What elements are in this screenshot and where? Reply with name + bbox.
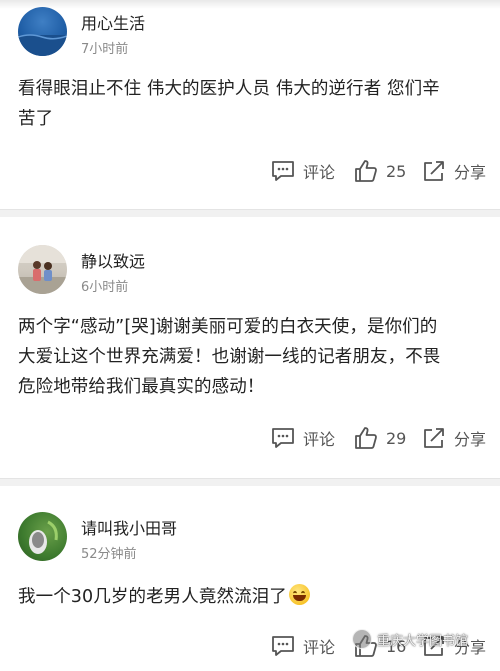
reply-label: 评论	[303, 430, 336, 449]
comment-text-line: 苦了	[18, 109, 54, 129]
like-count: 25	[386, 161, 407, 181]
timestamp: 7小时前	[81, 42, 129, 57]
share-label: 分享	[454, 163, 487, 182]
comment-text-line: 大爱让这个世界充满爱！也谢谢一线的记者朋友，不畏	[18, 347, 441, 367]
thumbs-up-icon	[355, 160, 377, 182]
comment-bubble-icon	[272, 636, 294, 656]
share-button[interactable]: 分享	[422, 423, 486, 453]
share-button[interactable]: 分享	[422, 156, 486, 186]
timestamp: 52分钟前	[81, 547, 137, 562]
comment-actions: 评论 25 分享	[0, 156, 500, 186]
share-icon	[424, 161, 444, 181]
reply-button[interactable]: 评论	[271, 423, 335, 453]
comment-text-line: 两个字“感动”[哭]谢谢美丽可爱的白衣天使，是你们的	[18, 317, 438, 337]
reply-button[interactable]: 评论	[271, 631, 335, 661]
comment-text: 看得眼泪止不住 伟大的医护人员 伟大的逆行者 您们辛 苦了	[18, 74, 490, 134]
comment-item: 用心生活 7小时前 看得眼泪止不住 伟大的医护人员 伟大的逆行者 您们辛 苦了 …	[0, 7, 500, 207]
photo-avatar-icon	[18, 245, 67, 294]
avatar[interactable]	[18, 7, 67, 56]
comment-text-line: 我一个30几岁的老男人竟然流泪了	[18, 582, 490, 612]
comment-actions: 评论 29 分享	[0, 423, 500, 453]
comment-text: 我一个30几岁的老男人竟然流泪了	[18, 582, 490, 612]
avatar[interactable]	[18, 512, 67, 561]
share-label: 分享	[454, 430, 487, 449]
reply-label: 评论	[303, 163, 336, 182]
comment-text: 两个字“感动”[哭]谢谢美丽可爱的白衣天使，是你们的 大爱让这个世界充满爱！也谢…	[18, 312, 490, 402]
like-button[interactable]: 25	[354, 156, 406, 186]
grinning-face-emoji-icon	[288, 584, 310, 605]
comment-bubble-icon	[272, 161, 294, 181]
comment-text-line: 看得眼泪止不住 伟大的医护人员 伟大的逆行者 您们辛	[18, 79, 440, 99]
watermark-text: 重庆大学图书馆	[377, 633, 469, 649]
ocean-avatar-icon	[18, 34, 67, 56]
comment-item: 静以致远 6小时前 两个字“感动”[哭]谢谢美丽可爱的白衣天使，是你们的 大爱让…	[0, 245, 500, 465]
comment-bubble-icon	[272, 428, 294, 448]
reply-label: 评论	[303, 638, 336, 657]
share-icon	[424, 428, 444, 448]
plant-avatar-icon	[29, 520, 58, 554]
like-button[interactable]: 29	[354, 423, 406, 453]
thumbs-up-icon	[355, 427, 377, 449]
username[interactable]: 静以致远	[81, 248, 145, 272]
comment-text-content: 我一个30几岁的老男人竟然流泪了	[18, 587, 287, 607]
watermark: 重庆大学图书馆	[352, 628, 468, 650]
reply-button[interactable]: 评论	[271, 156, 335, 186]
like-count: 29	[386, 428, 407, 448]
comment-text-line: 危险地带给我们最真实的感动！	[18, 377, 265, 397]
divider	[0, 209, 500, 217]
divider	[0, 478, 500, 486]
username[interactable]: 请叫我小田哥	[81, 515, 177, 539]
avatar[interactable]	[18, 245, 67, 294]
username[interactable]: 用心生活	[81, 10, 145, 34]
timestamp: 6小时前	[81, 280, 129, 295]
watermark-logo-icon	[352, 629, 372, 649]
